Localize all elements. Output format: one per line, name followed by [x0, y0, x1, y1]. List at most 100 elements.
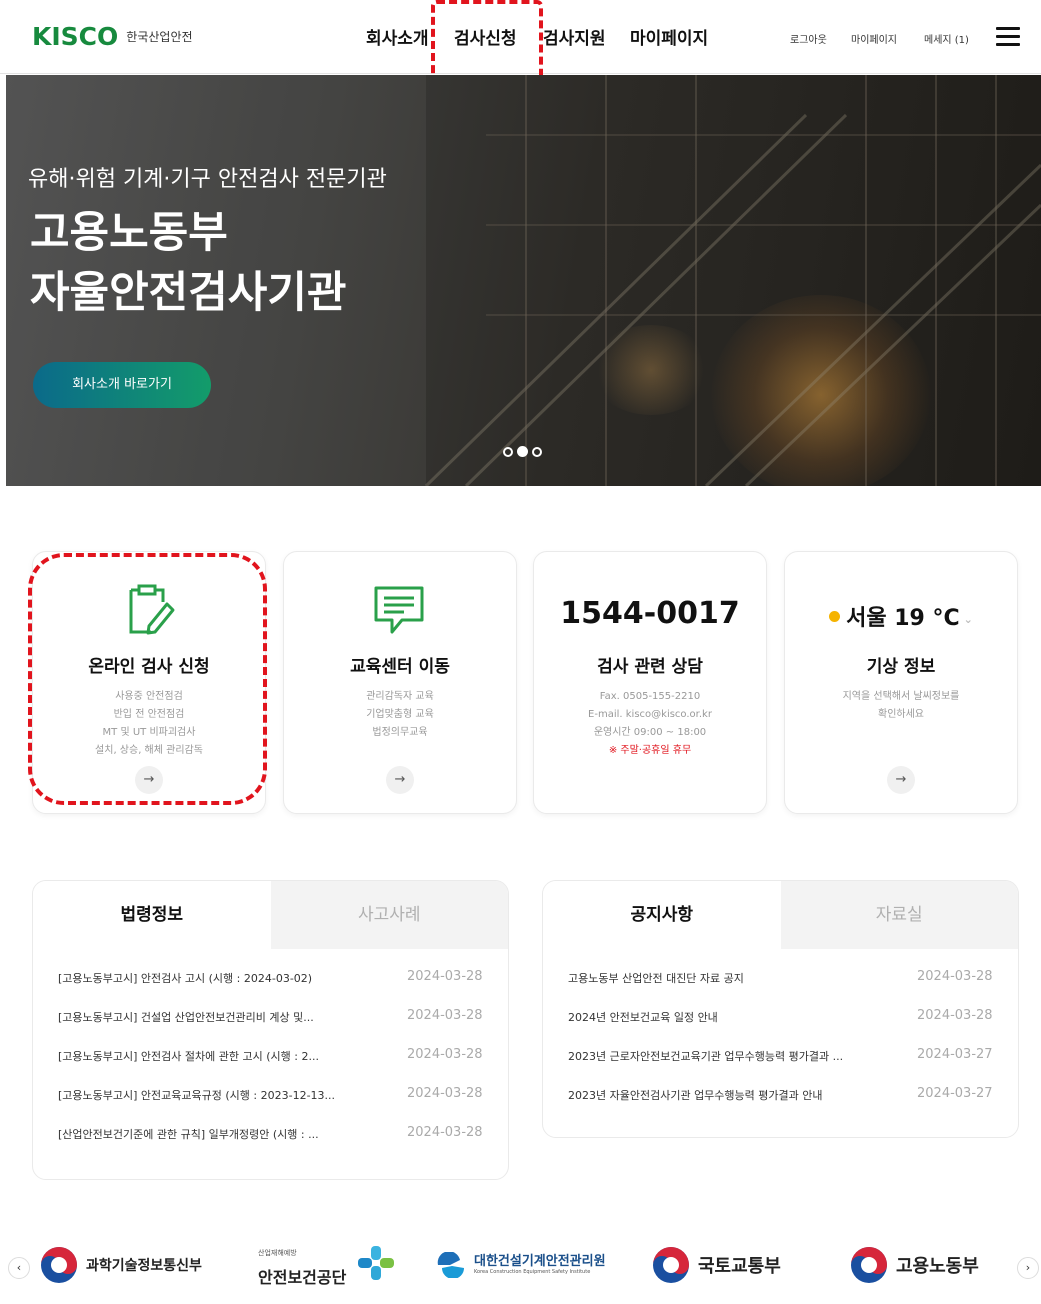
card-online-inspection[interactable]: 온라인 검사 신청 사용중 안전점검 반입 전 안전점검 MT 및 UT 비파괴…: [32, 551, 266, 814]
logout-link[interactable]: 로그아웃: [790, 31, 827, 46]
arrow-right-icon[interactable]: →: [135, 766, 163, 794]
chat-bubble-icon: [374, 586, 424, 634]
list-item[interactable]: 2023년 자율안전검사기관 업무수행능력 평가결과 안내 2024-03-27: [543, 1077, 1018, 1116]
tab-law-info[interactable]: 법령정보: [33, 881, 271, 949]
list-item[interactable]: 고용노동부 산업안전 대진단 자료 공지 2024-03-28: [543, 960, 1018, 999]
chevron-left-icon[interactable]: ‹: [8, 1257, 30, 1279]
item-title: [고용노동부고시] 안전검사 고시 (시행 : 2024-03-02): [58, 972, 313, 985]
kcesi-logo-icon: [437, 1252, 464, 1278]
card-title: 온라인 검사 신청: [88, 657, 210, 677]
item-date: 2024-03-28: [407, 1008, 483, 1023]
law-board: 법령정보 사고사례 [고용노동부고시] 안전검사 고시 (시행 : 2024-0…: [32, 880, 509, 1180]
slide-dot-1[interactable]: [503, 446, 513, 457]
nav-inspection-support[interactable]: 검사지원: [543, 24, 613, 49]
board-tabs: 법령정보 사고사례: [33, 881, 508, 949]
email-line: E-mail. kisco@kisco.or.kr: [588, 709, 712, 720]
item-title: 2024년 안전보건교육 일정 안내: [568, 1011, 718, 1024]
item-date: 2024-03-28: [407, 1086, 483, 1101]
card-title: 교육센터 이동: [350, 657, 450, 677]
partner-name: 국토교통부: [698, 1256, 781, 1277]
item-title: [고용노동부고시] 안전검사 절차에 관한 고시 (시행 : 2...: [58, 1050, 319, 1063]
desc-line: 지역을 선택해서 날씨정보를: [842, 691, 960, 702]
card-weather: 서울 19 °C ⌄ 기상 정보 지역을 선택해서 날씨정보를 확인하세요 →: [784, 551, 1018, 814]
logo-mark: KISCO: [32, 22, 119, 51]
clipboard-edit-icon: [129, 584, 175, 635]
desc-line: 반입 전 안전점검: [113, 709, 185, 720]
item-date: 2024-03-28: [407, 1125, 483, 1140]
weather-selector[interactable]: 서울 19 °C ⌄: [785, 600, 1017, 632]
nav-inspection-apply[interactable]: 검사신청: [454, 24, 524, 49]
card-consultation: 1544-0017 검사 관련 상담 Fax. 0505-155-2210 E-…: [533, 551, 767, 814]
tab-notices[interactable]: 공지사항: [543, 881, 781, 949]
weather-value: 서울 19 °C: [846, 606, 960, 631]
list-item[interactable]: [고용노동부고시] 안전검사 절차에 관한 고시 (시행 : 2... 2024-…: [33, 1038, 508, 1077]
list-item[interactable]: [산업안전보건기준에 관한 규칙] 일부개정령안 (시행 : ... 2024-0…: [33, 1116, 508, 1155]
partner-kosha[interactable]: 산업재해예방 안전보건공단: [258, 1246, 398, 1292]
nav-company[interactable]: 회사소개: [366, 24, 438, 49]
tab-accident-cases[interactable]: 사고사례: [270, 881, 508, 949]
company-intro-button[interactable]: 회사소개 바로가기: [33, 362, 211, 408]
list-item[interactable]: [고용노동부고시] 안전교육교육규정 (시행 : 2023-12-13... 20…: [33, 1077, 508, 1116]
partner-logos: ‹ 과학기술정보통신부 산업재해예방 안전보건공단 대한건설기계안전관리원 Ko…: [0, 1238, 1041, 1298]
sun-icon: [829, 610, 841, 622]
list-item[interactable]: [고용노동부고시] 안전검사 고시 (시행 : 2024-03-02) 2024-…: [33, 960, 508, 999]
item-title: [고용노동부고시] 건설업 산업안전보건관리비 계상 및...: [58, 1011, 314, 1024]
partner-moel[interactable]: 고용노동부: [850, 1246, 979, 1284]
hero-banner: 유해·위험 기계·기구 안전검사 전문기관 고용노동부 자율안전검사기관 회사소…: [6, 75, 1041, 486]
partner-molit[interactable]: 국토교통부: [652, 1246, 781, 1284]
menu-icon[interactable]: [996, 27, 1020, 47]
desc-line: 법정의무교육: [372, 727, 428, 738]
card-education-center[interactable]: 교육센터 이동 관리감독자 교육 기업맞춤형 교육 법정의무교육 →: [283, 551, 517, 814]
nav-mypage[interactable]: 마이페이지: [630, 24, 720, 49]
slide-dot-2[interactable]: [517, 446, 528, 457]
list-item[interactable]: 2023년 근로자안전보건교육기관 업무수행능력 평가결과 ... 2024-03…: [543, 1038, 1018, 1077]
list-item[interactable]: 2024년 안전보건교육 일정 안내 2024-03-28: [543, 999, 1018, 1038]
slide-dot-3[interactable]: [532, 446, 542, 457]
partner-msit[interactable]: 과학기술정보통신부: [40, 1246, 202, 1284]
item-date: 2024-03-28: [407, 1047, 483, 1062]
holiday-note: ※ 주말·공휴일 휴무: [608, 745, 692, 756]
board-list: 고용노동부 산업안전 대진단 자료 공지 2024-03-28 2024년 안전보…: [543, 949, 1018, 1116]
slider-dots: [503, 446, 542, 457]
item-date: 2024-03-28: [917, 1008, 993, 1023]
partner-name: 과학기술정보통신부: [86, 1258, 202, 1274]
phone-number[interactable]: 1544-0017: [534, 596, 766, 631]
hero-title-line-1: 고용노동부: [30, 208, 228, 258]
desc-line: 사용중 안전점검: [115, 691, 183, 702]
item-date: 2024-03-27: [917, 1086, 993, 1101]
board-tabs: 공지사항 자료실: [543, 881, 1018, 949]
list-item[interactable]: [고용노동부고시] 건설업 산업안전보건관리비 계상 및... 2024-03-2…: [33, 999, 508, 1038]
item-title: 2023년 자율안전검사기관 업무수행능력 평가결과 안내: [568, 1089, 823, 1102]
desc-line: 확인하세요: [878, 709, 924, 720]
chevron-down-icon: ⌄: [963, 612, 973, 626]
site-header: KISCO 한국산업안전 회사소개 검사신청 검사지원 마이페이지 로그아웃 마…: [0, 0, 1041, 74]
item-title: 2023년 근로자안전보건교육기관 업무수행능력 평가결과 ...: [568, 1050, 844, 1063]
desc-line: 운영시간 09:00 ~ 18:00: [593, 727, 707, 738]
site-logo[interactable]: KISCO 한국산업안전: [32, 22, 193, 51]
item-date: 2024-03-27: [917, 1047, 993, 1062]
partner-kcesi[interactable]: 대한건설기계안전관리원 Korea Construction Equipment…: [436, 1250, 624, 1280]
chevron-right-icon[interactable]: ›: [1017, 1257, 1039, 1279]
card-description: 지역을 선택해서 날씨정보를 확인하세요: [785, 688, 1017, 724]
tab-resources[interactable]: 자료실: [780, 881, 1018, 949]
desc-line: 기업맞춤형 교육: [366, 709, 434, 720]
partner-small-text: Korea Construction Equipment Safety Inst…: [474, 1269, 591, 1275]
arrow-right-icon[interactable]: →: [887, 766, 915, 794]
taegeuk-icon: [653, 1247, 689, 1283]
desc-line: 설치, 상승, 해체 관리감독: [95, 745, 203, 756]
notice-board: 공지사항 자료실 고용노동부 산업안전 대진단 자료 공지 2024-03-28 …: [542, 880, 1019, 1138]
desc-line: 관리감독자 교육: [366, 691, 434, 702]
logo-subtitle: 한국산업안전: [126, 30, 193, 44]
partner-name: 안전보건공단: [258, 1268, 347, 1287]
card-description: Fax. 0505-155-2210 E-mail. kisco@kisco.o…: [534, 688, 766, 760]
card-title: 검사 관련 상담: [597, 657, 703, 677]
arrow-right-icon[interactable]: →: [386, 766, 414, 794]
partner-name: 고용노동부: [896, 1256, 979, 1277]
taegeuk-icon: [851, 1247, 887, 1283]
desc-line: MT 및 UT 비파괴검사: [102, 727, 196, 738]
item-title: 고용노동부 산업안전 대진단 자료 공지: [568, 972, 744, 985]
messages-link[interactable]: 메세지 (1): [924, 31, 969, 46]
mypage-link[interactable]: 마이페이지: [851, 31, 897, 46]
board-list: [고용노동부고시] 안전검사 고시 (시행 : 2024-03-02) 2024-…: [33, 949, 508, 1155]
hero-kicker: 유해·위험 기계·기구 안전검사 전문기관: [28, 167, 387, 192]
